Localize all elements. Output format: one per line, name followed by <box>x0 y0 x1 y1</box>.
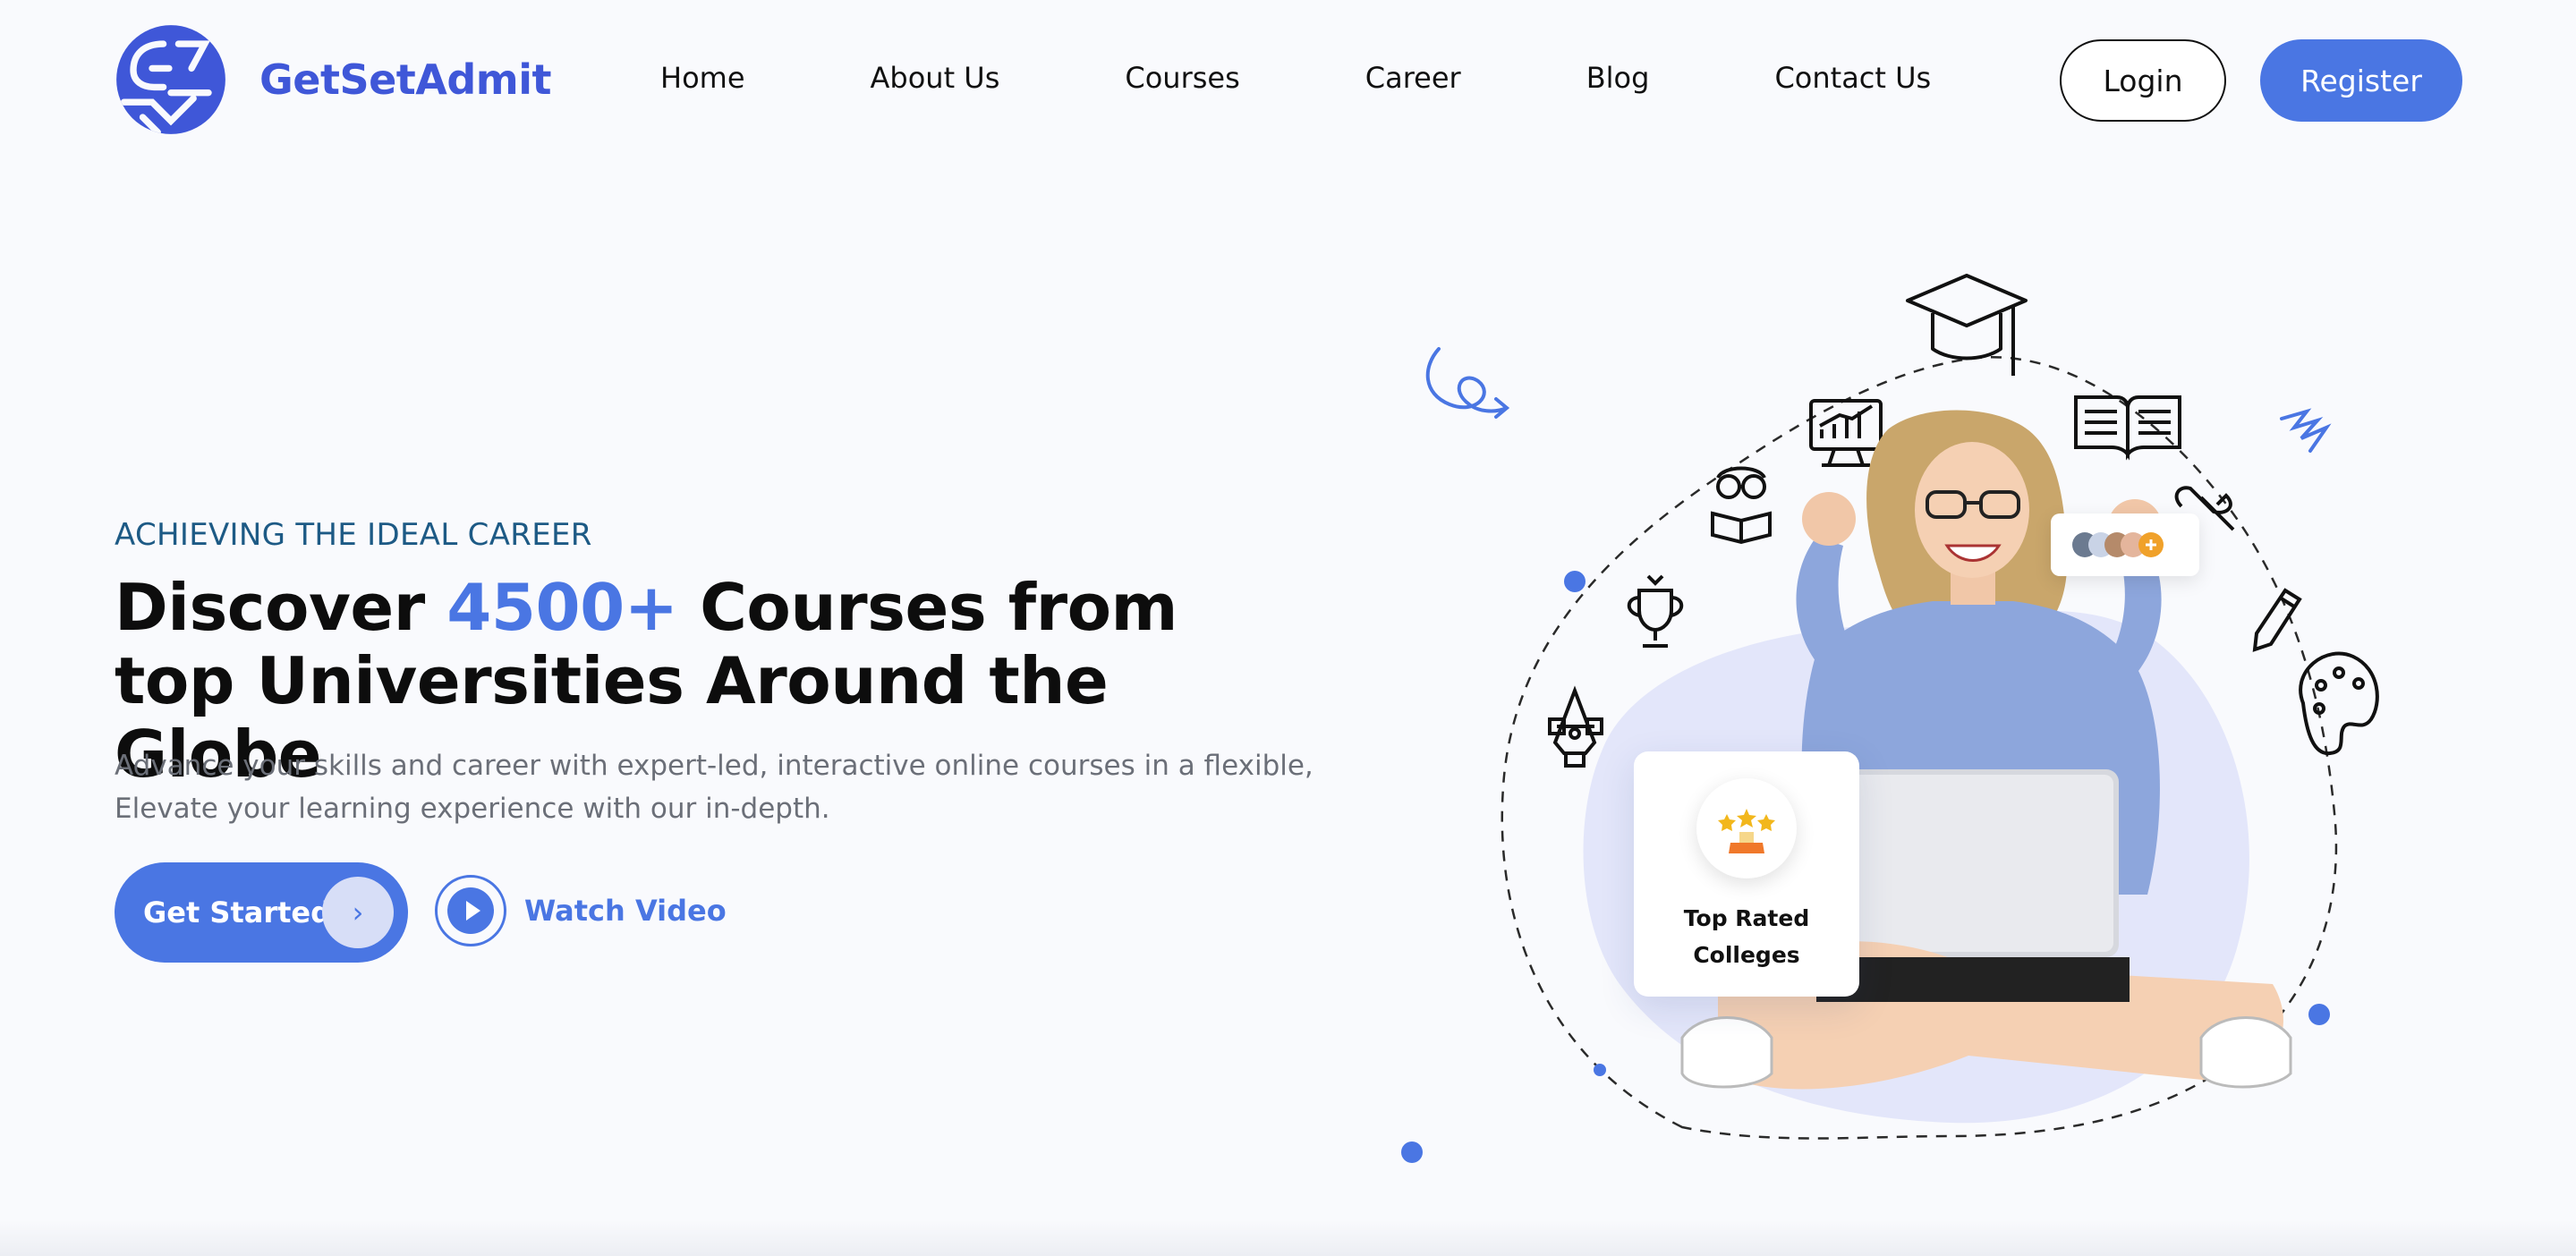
graduation-cap-icon <box>1906 274 2028 376</box>
trophy-icon <box>1627 574 1684 648</box>
nav-link-about-us[interactable]: About Us <box>871 61 1000 95</box>
nav-link-courses[interactable]: Courses <box>1125 61 1239 95</box>
star-award-icon <box>1696 778 1797 878</box>
pen-tool-icon <box>1548 685 1603 768</box>
brand-name: GetSetAdmit <box>259 55 551 104</box>
reading-icon <box>1711 466 1772 545</box>
play-icon <box>435 875 506 946</box>
top-navbar: GetSetAdmit Home About Us Courses Career… <box>0 0 2576 161</box>
accent-dot <box>1401 1141 1423 1163</box>
accent-dot <box>1564 571 1586 592</box>
watch-video-link[interactable]: Watch Video <box>435 875 727 946</box>
accent-dot <box>1594 1064 1606 1076</box>
pencil-icon <box>2252 588 2302 652</box>
login-button[interactable]: Login <box>2060 39 2226 122</box>
lightning-decoration <box>2280 408 2332 453</box>
nav-link-blog[interactable]: Blog <box>1586 61 1650 95</box>
headline-text-start: Discover <box>115 570 447 645</box>
hero-illustration: Top Rated Colleges <box>1396 250 2416 1199</box>
avatar-group-icon <box>2072 532 2164 557</box>
register-button[interactable]: Register <box>2260 39 2462 122</box>
main-nav: Home About Us Courses Career Blog Contac… <box>626 61 1931 95</box>
globe-logo-icon <box>116 25 225 134</box>
chart-monitor-icon <box>1809 399 1883 467</box>
nav-link-career[interactable]: Career <box>1365 61 1461 95</box>
top-rated-card: Top Rated Colleges <box>1634 751 1859 997</box>
nav-link-contact-us[interactable]: Contact Us <box>1774 61 1931 95</box>
top-rated-label: Top Rated Colleges <box>1683 905 1810 968</box>
watch-video-label: Watch Video <box>524 894 727 928</box>
open-book-icon <box>2074 395 2181 461</box>
get-started-button[interactable]: Get Started › <box>115 862 408 963</box>
squiggle-decoration <box>1425 347 1510 419</box>
palette-icon <box>2299 651 2379 756</box>
get-started-label: Get Started <box>143 895 332 929</box>
headline-course-count: 4500+ <box>446 570 678 645</box>
chevron-right-icon: › <box>322 877 394 948</box>
nav-link-home[interactable]: Home <box>660 61 745 95</box>
avatar-group-pill <box>2051 513 2199 576</box>
brand-logo[interactable]: GetSetAdmit <box>115 23 551 136</box>
hero-eyebrow: ACHIEVING THE IDEAL CAREER <box>115 517 592 553</box>
accent-dot <box>2308 1004 2330 1025</box>
hero-subtext: Advance your skills and career with expe… <box>115 750 1314 825</box>
section-divider-shadow <box>0 1220 2576 1256</box>
hero-artwork <box>1401 274 2379 1163</box>
